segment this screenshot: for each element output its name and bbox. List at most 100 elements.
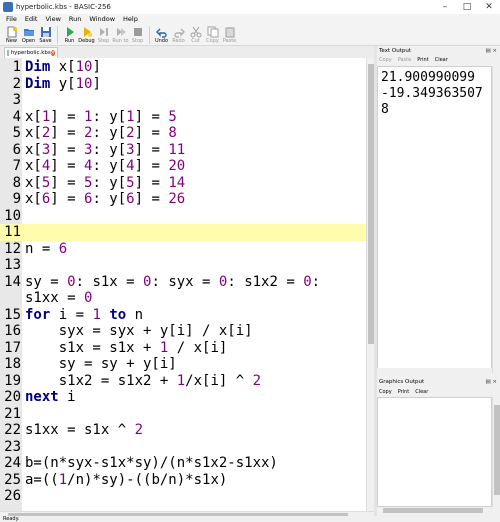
line-number: 24	[4, 455, 21, 471]
cut-button[interactable]: Cut	[187, 24, 204, 46]
graphics-output-toolbar: Copy Print Clear	[377, 387, 500, 396]
code-editor[interactable]: 1 Dim x[10] 2 Dim y[10] 3 4 x[1] = 1: y[1] = 5…	[0, 58, 366, 511]
code-line[interactable]: 22 s1xx = s1x ^ 2	[0, 422, 366, 439]
number-literal: 2	[252, 372, 262, 389]
menu-run[interactable]: Run	[65, 15, 85, 23]
number-literal: 6	[84, 191, 93, 207]
menu-help[interactable]: Help	[119, 15, 142, 23]
graphics-output-canvas[interactable]	[377, 397, 492, 507]
number-literal: 26	[168, 191, 186, 207]
copy-button[interactable]: Copy	[204, 24, 221, 46]
code-line[interactable]: 6 x[3] = 3: y[3] = 11	[0, 142, 366, 159]
code-text: sy = 0: s1x = 0: syx = 0: s1x2 = 0:	[25, 273, 321, 290]
code-line[interactable]: 15 for i = 1 to n	[0, 307, 366, 324]
code-line[interactable]: 4 x[1] = 1: y[1] = 5	[0, 109, 366, 126]
menu-window[interactable]: Window	[85, 15, 119, 23]
close-icon[interactable]: ✕	[478, 0, 500, 14]
code-line[interactable]: 5 x[2] = 2: y[2] = 8	[0, 125, 366, 142]
code-line[interactable]: 11	[0, 224, 366, 241]
line-number: 3	[12, 92, 21, 108]
debug-button[interactable]: Debug	[78, 24, 95, 46]
text-output-horizontal-scrollbar[interactable]	[377, 368, 492, 375]
new-file-icon	[7, 26, 17, 38]
scroll-thumb[interactable]	[383, 508, 483, 513]
redo-button[interactable]: Redo	[170, 24, 187, 46]
minimize-icon[interactable]: –	[434, 0, 456, 14]
tab-hyperbolic[interactable]: hyperbolic.kbs ×	[4, 47, 58, 58]
code-line[interactable]: 3	[0, 92, 366, 109]
code-line[interactable]: 18 sy = sy + y[i]	[0, 356, 366, 373]
text-output-paste[interactable]: Paste	[398, 57, 412, 63]
toolbar: New Open Save Run Debug Step Run to Stop…	[0, 24, 500, 46]
code-line[interactable]: 8 x[5] = 5: y[5] = 14	[0, 175, 366, 192]
code-line[interactable]: 12 n = 6	[0, 241, 366, 258]
code-line[interactable]: 10	[0, 208, 366, 225]
save-button[interactable]: Save	[37, 24, 54, 46]
text-output-title: Text Output	[379, 47, 411, 54]
scroll-thumb[interactable]	[494, 405, 500, 495]
graphics-output-copy[interactable]: Copy	[379, 389, 392, 395]
code-line[interactable]: 17 s1x = s1x + 1 / x[i]	[0, 340, 366, 357]
editor-vertical-scrollbar[interactable]	[366, 58, 374, 511]
code-text: x[5] = 5: y[5] = 14	[25, 174, 186, 191]
run-button[interactable]: Run	[61, 24, 78, 46]
number-literal: 5	[84, 174, 93, 191]
panel-float-close-icon[interactable]: ▤ ×	[485, 48, 497, 54]
text-output-header: Text Output ▤ ×	[377, 46, 500, 55]
paste-button[interactable]: Paste	[221, 24, 238, 46]
save-label: Save	[39, 38, 52, 44]
number-literal: 4	[84, 158, 93, 174]
code-line[interactable]: 7 x[4] = 4: y[4] = 20	[0, 158, 366, 175]
keyword: next	[25, 389, 59, 405]
panel-float-close-icon[interactable]: ▤ ×	[485, 379, 497, 385]
line-number: 23	[4, 438, 21, 455]
open-button[interactable]: Open	[20, 24, 37, 46]
new-button[interactable]: New	[3, 24, 20, 46]
line-number: 7	[12, 158, 21, 174]
code-line[interactable]: s1xx = 0	[0, 290, 366, 307]
code-text: a=((1/n)*sy)-((b/n)*s1x)	[25, 471, 228, 488]
code-line[interactable]: 19 s1x2 = s1x2 + 1/x[i] ^ 2	[0, 373, 366, 390]
maximize-icon[interactable]: □	[456, 0, 478, 14]
code-line[interactable]: 1 Dim x[10]	[0, 59, 366, 76]
window-title: hyperbolic.kbs - BASIC-256	[16, 3, 111, 11]
code-line[interactable]: 2 Dim y[10]	[0, 76, 366, 93]
code-line[interactable]: 20 next i	[0, 389, 366, 406]
text-output-copy[interactable]: Copy	[379, 57, 392, 63]
menu-edit[interactable]: Edit	[21, 15, 42, 23]
graphics-output-print[interactable]: Print	[398, 389, 410, 395]
code-line[interactable]: 14 sy = 0: s1x = 0: syx = 0: s1x2 = 0:	[0, 274, 366, 291]
code-line[interactable]: 9 x[6] = 6: y[6] = 26	[0, 191, 366, 208]
graphics-output-horizontal-scrollbar[interactable]	[377, 507, 492, 514]
graphics-output-scrollbar[interactable]	[492, 397, 500, 507]
code-line[interactable]: 16 syx = syx + y[i] / x[i]	[0, 323, 366, 340]
stop-button[interactable]: Stop	[129, 24, 146, 46]
line-number: 4	[12, 108, 21, 125]
undo-button[interactable]: Undo	[153, 24, 170, 46]
code-line[interactable]: 24 b=(n*syx-s1x*sy)/(n*s1x2-s1xx)	[0, 455, 366, 472]
output-line: -19.349363507	[381, 86, 483, 101]
step-button[interactable]: Step	[95, 24, 112, 46]
code-line[interactable]: 21	[0, 406, 366, 423]
tab-close-icon[interactable]: ×	[50, 50, 55, 56]
text-output-clear[interactable]: Clear	[435, 57, 448, 63]
number-literal: 0	[67, 273, 76, 290]
tab-label: hyperbolic.kbs	[10, 50, 51, 56]
code-text: s1x2 = s1x2 + 1/x[i] ^ 2	[25, 372, 262, 389]
code-text: for i = 1 to n	[25, 306, 144, 323]
text-output-area[interactable]: 21.900990099 -19.349363507 8	[377, 66, 492, 373]
menu-file[interactable]: File	[2, 15, 21, 23]
code-line[interactable]: 25 a=((1/n)*sy)-((b/n)*s1x)	[0, 472, 366, 489]
run-to-button[interactable]: Run to	[112, 24, 129, 46]
code-line[interactable]: 26	[0, 488, 366, 505]
graphics-output-clear[interactable]: Clear	[415, 389, 428, 395]
line-number: 15	[4, 306, 21, 323]
code-line[interactable]: 23	[0, 439, 366, 456]
text-output-scrollbar[interactable]	[492, 66, 500, 373]
menu-view[interactable]: View	[41, 15, 64, 23]
text-output-print[interactable]: Print	[417, 57, 429, 63]
keyword: Dim	[25, 75, 51, 92]
code-line[interactable]: 13	[0, 257, 366, 274]
line-number: 22	[4, 422, 21, 438]
code-text: n = 6	[25, 240, 68, 257]
